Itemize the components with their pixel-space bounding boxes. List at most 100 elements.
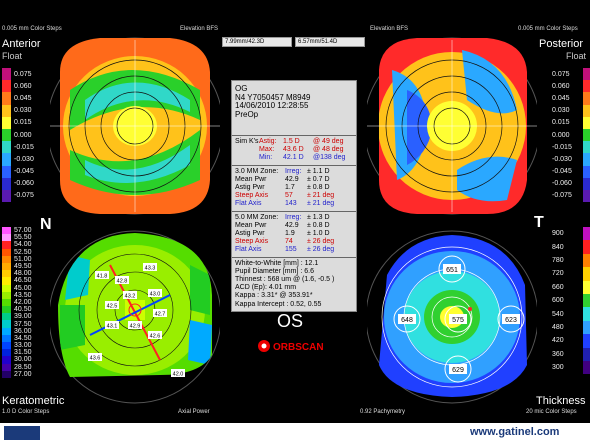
white-to-white: White-to-White [mm] : 12.1 [235,259,319,267]
scale-label: 660 [552,283,564,291]
scale-swatch [582,347,590,361]
scale-row: 55.50 [2,234,44,242]
kera-point-value: 43.6 [90,356,101,362]
scale-label: 0.000 [14,131,32,139]
pachymetry-thickness-map: 651 648 575 623 629 [367,230,537,404]
anterior-elevation-map [50,37,220,215]
svg-text:ORBSCAN: ORBSCAN [273,342,324,353]
scale-swatch [582,165,590,178]
scale-swatch [582,227,590,241]
acd-value: ACD (Ep): 4.01 mm [235,284,297,292]
scale-swatch [2,128,11,142]
pachy-point-value: 629 [452,367,464,374]
scale-row: 0.045 [549,92,590,105]
scale-swatch [582,253,590,268]
scale-label: -0.060 [14,180,34,188]
pachy-point-value: 648 [401,317,413,324]
kera-point-value: 43.0 [150,292,161,298]
scale-swatch [2,141,11,154]
scale-row: 0.000 [549,128,590,142]
scale-row: -0.045 [549,165,590,178]
scale-label: 840 [552,243,564,251]
scale-swatch [2,116,11,129]
scale-swatch [2,80,11,93]
scale-label: 43.50 [14,291,32,299]
scale-label: 600 [552,297,564,305]
scale-label: 48.00 [14,270,32,278]
scale-row: 300 [549,360,590,375]
scale-row: 0.075 [549,68,590,81]
scale-swatch [2,334,11,342]
scale-row: -0.060 [2,177,44,190]
scale-row: -0.045 [2,165,44,178]
scale-swatch [582,280,590,294]
scale-row: 48.00 [2,270,44,278]
scale-label: -0.015 [552,143,572,151]
scale-swatch [2,363,11,371]
scale-swatch [582,153,590,166]
scale-row: 660 [549,280,590,294]
scale-row: 52.50 [2,248,44,256]
scale-label: -0.075 [552,192,572,200]
scale-row: 0.060 [549,80,590,93]
simk-group: Sim K's Astig: 1.5 D @ 49 deg Max: 43.6 D @ 4… [232,135,356,165]
scale-row: -0.075 [549,189,590,203]
scale-row: 0.015 [2,116,44,129]
scale-label: 0.015 [14,119,32,127]
scale-label: 37.50 [14,320,32,328]
scale-swatch [2,306,11,314]
scale-row: 780 [549,253,590,268]
thinnest-point: Thinnest : 568 um @ (1.6, -0.5 ) [235,276,335,284]
scale-label: -0.030 [552,155,572,163]
scale-row: 37.50 [2,320,44,328]
scale-label: 0.030 [14,107,32,115]
kera-point-value: 42.5 [107,304,118,310]
kera-point-value: 43.2 [125,294,136,300]
posterior-subtitle: Float [566,51,587,61]
scale-row: -0.075 [2,189,44,203]
scale-swatch [2,68,11,81]
scale-swatch [582,116,590,129]
scale-swatch [2,153,11,166]
bfs-anterior-box: 7.99mm/42.3D [222,37,292,47]
scale-row: 0.030 [2,104,44,117]
scale-swatch [2,342,11,350]
kappa-value: Kappa : 3.31* @ 353.91* [235,292,313,300]
scale-label: 51.00 [14,255,32,263]
scale-label: 0.075 [14,70,32,78]
kera-point-value: 42.0 [173,372,184,378]
posterior-title: Posterior [539,38,584,50]
scale-label: 27.00 [14,370,32,378]
pachy-point-value: 623 [505,317,517,324]
scale-label: -0.045 [552,168,572,176]
scale-label: 780 [552,256,564,264]
scale-row: 34.50 [2,334,44,342]
zone-5mm-group: 5.0 MM Zone: Irreg: ± 1.3 D Mean Pwr 42.9 ± … [232,210,356,257]
scale-row: -0.015 [2,141,44,154]
kera-point-value: 42.7 [155,312,166,318]
scale-row: 540 [549,307,590,321]
scale-row: 600 [549,293,590,308]
scale-label: 0.060 [552,82,570,90]
misc-measurements: White-to-White [mm] : 12.1 Pupil Diamete… [232,256,356,311]
scale-row: 42.00 [2,298,44,307]
scale-label: 0.015 [552,119,570,127]
scale-swatch [2,327,11,335]
scale-swatch [2,177,11,190]
scale-row: 0.000 [2,128,44,142]
scale-swatch [2,291,11,299]
anterior-title: Anterior [2,38,41,50]
scale-label: 0.060 [14,82,32,90]
scale-label: 420 [552,337,564,345]
scale-label: 31.50 [14,349,32,357]
scale-swatch [582,104,590,117]
scale-label: -0.075 [14,192,34,200]
scale-label: 0.045 [14,94,32,102]
scale-swatch [2,104,11,117]
scale-row: 0.060 [2,80,44,93]
pachy-point-value: 651 [446,267,458,274]
scale-row: 43.50 [2,291,44,299]
kera-point-value: 42.9 [130,324,141,330]
anterior-subtitle: Float [2,51,23,61]
website-link[interactable]: www.gatinel.com [470,426,559,438]
